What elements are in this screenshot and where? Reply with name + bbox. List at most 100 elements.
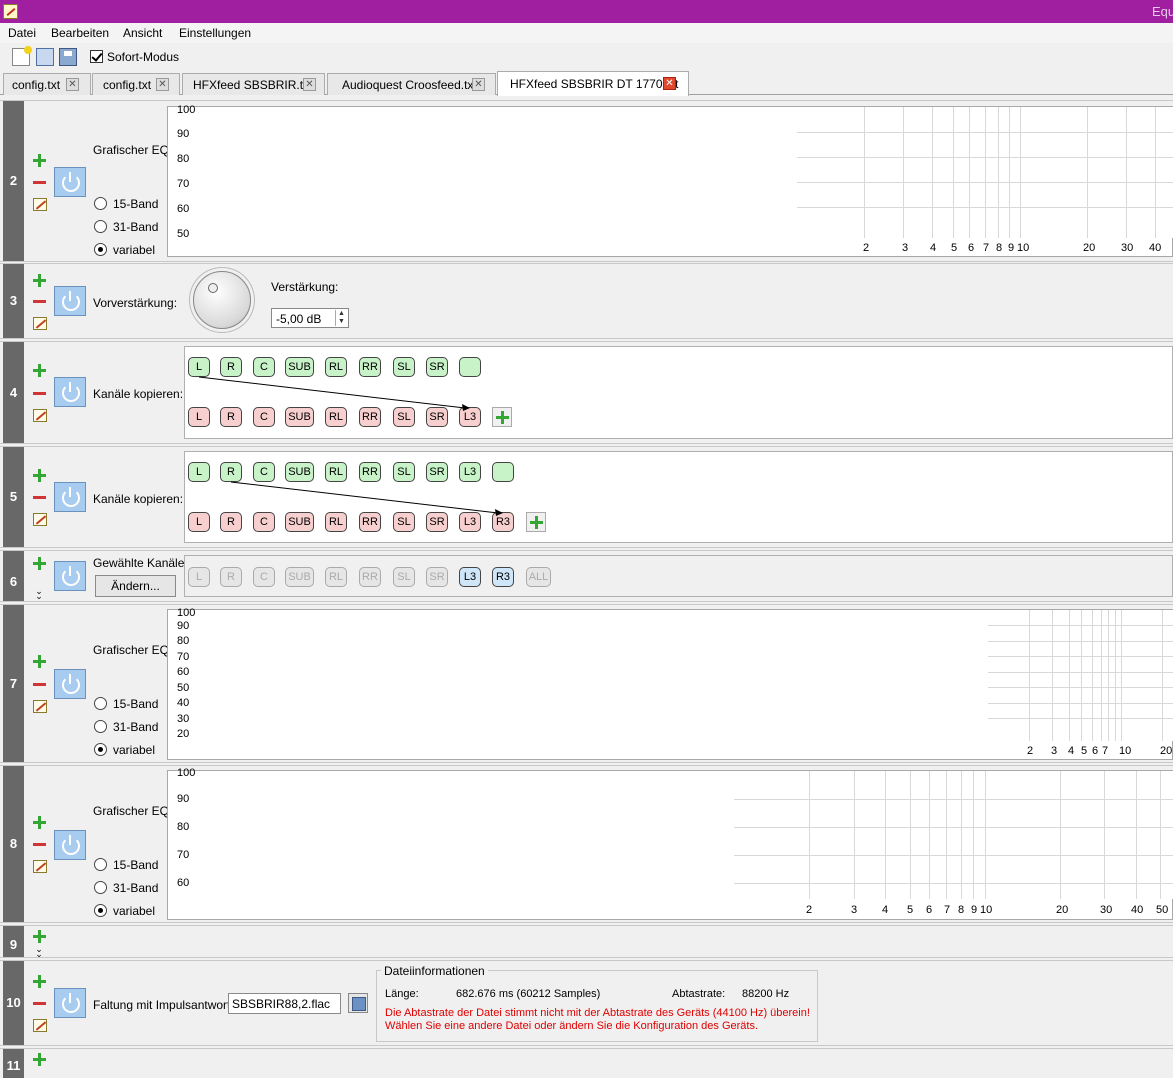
x-tick: 7 bbox=[1102, 745, 1109, 757]
channel-r3-selected[interactable]: R3 bbox=[492, 567, 514, 587]
spin-arrows-icon[interactable]: ▲ ▼ bbox=[335, 310, 347, 326]
radio-label: variabel bbox=[113, 743, 156, 757]
instant-mode-checkbox[interactable] bbox=[90, 50, 103, 63]
add-icon[interactable] bbox=[33, 816, 46, 829]
power-button[interactable] bbox=[54, 830, 86, 860]
add-icon[interactable] bbox=[33, 557, 46, 570]
radio-31-band[interactable] bbox=[94, 720, 107, 733]
eq-graph[interactable]: 100 90 80 70 60 50 2 3 4 5 6 7 8 9 10 20… bbox=[167, 104, 1173, 257]
tab-config-2[interactable]: config.txt ✕ bbox=[92, 73, 180, 95]
tab-hfxfeed-sbsbrir[interactable]: HFXfeed SBSBRIR.txt ✕ bbox=[182, 73, 325, 95]
add-icon[interactable] bbox=[33, 655, 46, 668]
tab-bar: config.txt ✕ config.txt ✕ HFXfeed SBSBRI… bbox=[0, 71, 1173, 96]
x-tick: 8 bbox=[996, 242, 1003, 254]
power-button[interactable] bbox=[54, 561, 86, 591]
menu-datei[interactable]: Datei bbox=[8, 26, 36, 40]
x-tick: 30 bbox=[1100, 904, 1113, 916]
edit-icon[interactable] bbox=[33, 198, 47, 211]
remove-icon[interactable] bbox=[33, 181, 46, 184]
close-icon[interactable]: ✕ bbox=[66, 78, 79, 91]
channel-c[interactable]: C bbox=[253, 567, 275, 587]
row-number: 7 bbox=[3, 605, 24, 762]
remove-icon[interactable] bbox=[33, 683, 46, 686]
browse-file-icon[interactable] bbox=[348, 993, 368, 1013]
remove-icon[interactable] bbox=[33, 843, 46, 846]
menu-einstellungen[interactable]: Einstellungen bbox=[179, 26, 251, 40]
radio-15-band[interactable] bbox=[94, 197, 107, 210]
radio-label: 31-Band bbox=[113, 220, 159, 234]
x-tick: 4 bbox=[930, 242, 937, 254]
x-tick: 7 bbox=[944, 904, 951, 916]
radio-15-band[interactable] bbox=[94, 858, 107, 871]
new-file-icon[interactable] bbox=[12, 46, 32, 66]
title-bar: Equ bbox=[0, 0, 1173, 23]
radio-label: variabel bbox=[113, 243, 156, 257]
add-icon[interactable] bbox=[33, 469, 46, 482]
menu-bearbeiten[interactable]: Bearbeiten bbox=[51, 26, 109, 40]
add-icon[interactable] bbox=[33, 274, 46, 287]
y-tick: 60 bbox=[177, 877, 190, 889]
radio-variable[interactable] bbox=[94, 904, 107, 917]
length-value: 682.676 ms (60212 Samples) bbox=[456, 988, 601, 1000]
radio-31-band[interactable] bbox=[94, 881, 107, 894]
close-icon[interactable]: ✕ bbox=[303, 78, 316, 91]
expand-icon[interactable]: ⌄ ⌄ bbox=[34, 945, 44, 959]
add-icon[interactable] bbox=[33, 364, 46, 377]
impulse-file-field[interactable]: SBSBRIR88,2.flac bbox=[228, 993, 341, 1014]
remove-icon[interactable] bbox=[33, 1002, 46, 1005]
remove-icon[interactable] bbox=[33, 496, 46, 499]
eq-plot[interactable] bbox=[199, 107, 1173, 238]
app-icon bbox=[3, 4, 18, 19]
power-button[interactable] bbox=[54, 988, 86, 1018]
channel-l[interactable]: L bbox=[188, 567, 210, 587]
close-icon[interactable]: ✕ bbox=[156, 78, 169, 91]
power-button[interactable] bbox=[54, 377, 86, 407]
edit-icon[interactable] bbox=[33, 700, 47, 713]
gain-knob[interactable] bbox=[193, 271, 251, 329]
add-icon[interactable] bbox=[33, 975, 46, 988]
channel-r[interactable]: R bbox=[220, 567, 242, 587]
channel-rr[interactable]: RR bbox=[359, 567, 381, 587]
close-icon[interactable]: ✕ bbox=[663, 77, 676, 90]
channel-sr[interactable]: SR bbox=[426, 567, 448, 587]
channel-sub[interactable]: SUB bbox=[285, 567, 314, 587]
radio-31-band[interactable] bbox=[94, 220, 107, 233]
eq-graph[interactable]: 100 90 80 70 60 2 3 4 5 6 7 8 9 10 20 30… bbox=[167, 767, 1173, 920]
edit-icon[interactable] bbox=[33, 317, 47, 330]
power-button[interactable] bbox=[54, 286, 86, 316]
edit-icon[interactable] bbox=[33, 513, 47, 526]
edit-icon[interactable] bbox=[33, 1019, 47, 1032]
x-tick: 30 bbox=[1121, 242, 1134, 254]
expand-icon[interactable]: ⌄ ⌄ bbox=[34, 587, 44, 601]
edit-icon[interactable] bbox=[33, 409, 47, 422]
eq-graph[interactable]: 100 90 80 70 60 50 40 30 20 2 3 4 5 6 7 … bbox=[167, 607, 1173, 760]
gain-spinbox[interactable]: -5,00 dB ▲ ▼ bbox=[271, 308, 349, 328]
save-file-icon[interactable] bbox=[59, 48, 77, 66]
remove-icon[interactable] bbox=[33, 392, 46, 395]
x-tick: 5 bbox=[951, 242, 958, 254]
channel-sl[interactable]: SL bbox=[393, 567, 415, 587]
add-icon[interactable] bbox=[33, 930, 46, 943]
open-file-icon[interactable] bbox=[36, 48, 54, 66]
add-icon[interactable] bbox=[33, 1053, 46, 1066]
channel-l3-selected[interactable]: L3 bbox=[459, 567, 481, 587]
radio-variable[interactable] bbox=[94, 243, 107, 256]
tab-config-1[interactable]: config.txt ✕ bbox=[3, 73, 91, 95]
power-button[interactable] bbox=[54, 669, 86, 699]
add-icon[interactable] bbox=[33, 154, 46, 167]
edit-icon[interactable] bbox=[33, 860, 47, 873]
channel-all[interactable]: ALL bbox=[526, 567, 551, 587]
radio-variable[interactable] bbox=[94, 743, 107, 756]
eq-plot[interactable] bbox=[199, 771, 1173, 899]
eq-plot[interactable] bbox=[199, 610, 1173, 741]
channel-rl[interactable]: RL bbox=[325, 567, 347, 587]
change-channels-button[interactable]: Ändern... bbox=[95, 575, 176, 597]
remove-icon[interactable] bbox=[33, 300, 46, 303]
menu-ansicht[interactable]: Ansicht bbox=[123, 26, 162, 40]
radio-15-band[interactable] bbox=[94, 697, 107, 710]
power-button[interactable] bbox=[54, 167, 86, 197]
power-button[interactable] bbox=[54, 482, 86, 512]
tab-audioquest[interactable]: Audioquest Croosfeed.txt ✕ bbox=[327, 73, 496, 95]
close-icon[interactable]: ✕ bbox=[472, 78, 485, 91]
tab-hfxfeed-dt1770[interactable]: HFXfeed SBSBRIR DT 1770.txt ✕ bbox=[497, 71, 689, 96]
